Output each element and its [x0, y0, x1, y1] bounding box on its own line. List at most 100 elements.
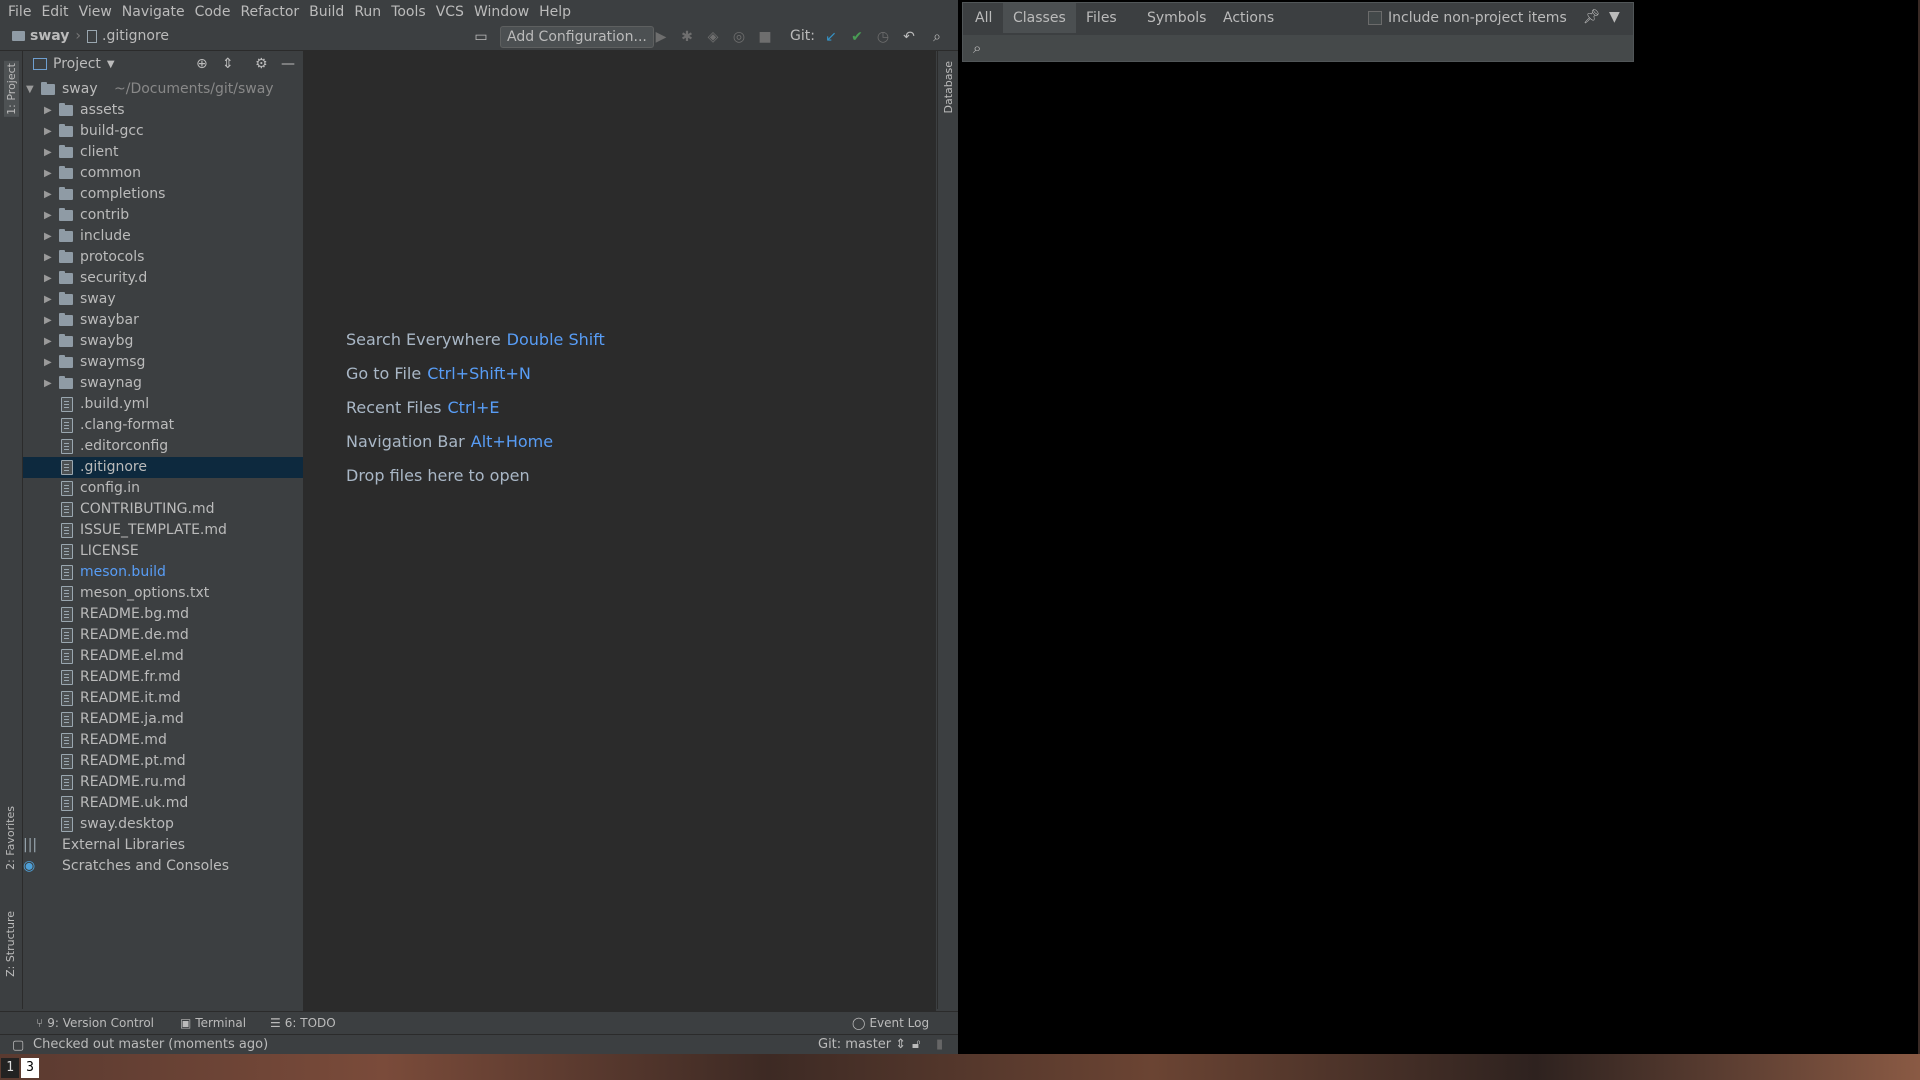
collapse-all-icon[interactable]: ⇕: [222, 56, 234, 72]
menu-item-run[interactable]: Run: [350, 4, 385, 20]
search-tab-all[interactable]: All: [965, 3, 1002, 33]
tree-file[interactable]: README.it.md: [23, 688, 303, 709]
collapse-arrow-icon[interactable]: ▶: [44, 121, 52, 142]
coverage-icon[interactable]: ◈: [704, 28, 722, 46]
tree-file[interactable]: meson.build: [23, 562, 303, 583]
tree-file[interactable]: README.ja.md: [23, 709, 303, 730]
tree-file[interactable]: .clang-format: [23, 415, 303, 436]
collapse-arrow-icon[interactable]: ▶: [44, 142, 52, 163]
search-input[interactable]: [993, 38, 1627, 60]
search-tab-files[interactable]: Files: [1076, 3, 1127, 33]
terminal-tab[interactable]: ▣ Terminal: [180, 1016, 246, 1030]
tree-folder[interactable]: ▶ swaybar: [23, 310, 303, 331]
project-view-selector[interactable]: Project: [53, 56, 101, 72]
menu-item-navigate[interactable]: Navigate: [118, 4, 189, 20]
lock-icon[interactable]: 🔓︎: [912, 1037, 920, 1052]
git-branch-widget[interactable]: Git: master ⇕: [818, 1037, 906, 1052]
collapse-arrow-icon[interactable]: ▶: [44, 205, 52, 226]
search-tab-symbols[interactable]: Symbols: [1137, 3, 1216, 33]
tree-file[interactable]: ISSUE_TEMPLATE.md: [23, 520, 303, 541]
menu-item-refactor[interactable]: Refactor: [236, 4, 303, 20]
tree-root[interactable]: ▼ sway ~/Documents/git/sway: [23, 79, 303, 100]
tree-folder[interactable]: ▶ security.d: [23, 268, 303, 289]
tree-external-libraries[interactable]: ||| External Libraries: [23, 835, 303, 856]
menu-item-window[interactable]: Window: [470, 4, 533, 20]
tree-file[interactable]: README.el.md: [23, 646, 303, 667]
pin-icon[interactable]: 📌︎: [1583, 9, 1601, 25]
search-tab-classes[interactable]: Classes: [1003, 3, 1076, 33]
version-control-tab[interactable]: ⑂ 9: Version Control: [36, 1016, 154, 1030]
tree-file[interactable]: .build.yml: [23, 394, 303, 415]
collapse-arrow-icon[interactable]: ▶: [44, 373, 52, 394]
menu-item-file[interactable]: File: [4, 4, 35, 20]
favorites-tool-tab[interactable]: 2: Favorites: [4, 806, 17, 870]
breadcrumb-project[interactable]: sway: [30, 28, 69, 44]
tree-folder[interactable]: ▶ build-gcc: [23, 121, 303, 142]
menu-item-view[interactable]: View: [75, 4, 116, 20]
collapse-arrow-icon[interactable]: ▶: [44, 226, 52, 247]
tree-file[interactable]: README.uk.md: [23, 793, 303, 814]
rollback-icon[interactable]: ↶: [900, 28, 918, 46]
tree-file[interactable]: README.fr.md: [23, 667, 303, 688]
tree-file[interactable]: README.de.md: [23, 625, 303, 646]
memory-indicator-icon[interactable]: ▮: [936, 1037, 943, 1052]
collapse-arrow-icon[interactable]: ▶: [44, 184, 52, 205]
tree-file[interactable]: README.md: [23, 730, 303, 751]
search-icon[interactable]: ⌕: [928, 28, 946, 46]
tree-folder[interactable]: ▶ swaynag: [23, 373, 303, 394]
tree-folder[interactable]: ▶ common: [23, 163, 303, 184]
tree-file[interactable]: README.ru.md: [23, 772, 303, 793]
locate-icon[interactable]: ⊕: [196, 56, 208, 72]
tree-folder[interactable]: ▶ protocols: [23, 247, 303, 268]
git-commit-icon[interactable]: ✔: [848, 28, 866, 46]
tree-scratches[interactable]: ◉ Scratches and Consoles: [23, 856, 303, 877]
workspace-button[interactable]: 3: [21, 1058, 39, 1078]
tree-folder[interactable]: ▶ assets: [23, 100, 303, 121]
project-tool-tab[interactable]: 1: Project: [4, 61, 19, 117]
tree-file[interactable]: .gitignore: [23, 457, 303, 478]
tree-folder[interactable]: ▶ swaymsg: [23, 352, 303, 373]
menu-item-build[interactable]: Build: [305, 4, 348, 20]
search-tab-actions[interactable]: Actions: [1213, 3, 1284, 33]
tree-folder[interactable]: ▶ contrib: [23, 205, 303, 226]
collapse-arrow-icon[interactable]: ▶: [44, 268, 52, 289]
tree-file[interactable]: LICENSE: [23, 541, 303, 562]
database-tool-tab[interactable]: Database: [942, 61, 955, 114]
git-update-icon[interactable]: ↙: [822, 28, 840, 46]
collapse-arrow-icon[interactable]: ▶: [44, 289, 52, 310]
add-configuration-button[interactable]: Add Configuration...: [500, 26, 654, 48]
frame-icon[interactable]: ▭: [472, 28, 490, 46]
status-toggle-icon[interactable]: ▢: [12, 1038, 24, 1053]
collapse-arrow-icon[interactable]: ▶: [44, 352, 52, 373]
menu-item-code[interactable]: Code: [191, 4, 235, 20]
tree-folder[interactable]: ▶ completions: [23, 184, 303, 205]
tree-folder[interactable]: ▶ sway: [23, 289, 303, 310]
tree-folder[interactable]: ▶ swaybg: [23, 331, 303, 352]
collapse-arrow-icon[interactable]: ▶: [44, 100, 52, 121]
expand-arrow-icon[interactable]: ▼: [26, 79, 34, 100]
collapse-arrow-icon[interactable]: ▶: [44, 331, 52, 352]
tree-file[interactable]: meson_options.txt: [23, 583, 303, 604]
structure-tool-tab[interactable]: Z: Structure: [4, 911, 17, 977]
tree-file[interactable]: README.pt.md: [23, 751, 303, 772]
collapse-arrow-icon[interactable]: ▶: [44, 247, 52, 268]
run-icon[interactable]: ▶: [652, 28, 670, 46]
tree-file[interactable]: config.in: [23, 478, 303, 499]
breadcrumb-file[interactable]: .gitignore: [102, 28, 169, 44]
todo-tab[interactable]: ☰ 6: TODO: [270, 1016, 336, 1030]
filter-icon[interactable]: ▼: [1609, 9, 1620, 25]
include-non-project-checkbox[interactable]: [1368, 11, 1382, 25]
status-message[interactable]: Checked out master (moments ago): [33, 1037, 268, 1052]
menu-item-vcs[interactable]: VCS: [432, 4, 468, 20]
collapse-arrow-icon[interactable]: ▶: [44, 310, 52, 331]
stop-icon[interactable]: ■: [756, 28, 774, 46]
history-icon[interactable]: ◷: [874, 28, 892, 46]
profile-icon[interactable]: ◎: [730, 28, 748, 46]
debug-icon[interactable]: ✱: [678, 28, 696, 46]
tree-file[interactable]: README.bg.md: [23, 604, 303, 625]
include-non-project-option[interactable]: Include non-project items: [1368, 10, 1567, 26]
workspace-button[interactable]: 1: [1, 1058, 19, 1078]
menu-item-edit[interactable]: Edit: [37, 4, 72, 20]
tree-folder[interactable]: ▶ include: [23, 226, 303, 247]
event-log-tab[interactable]: ◯ Event Log: [852, 1016, 929, 1030]
